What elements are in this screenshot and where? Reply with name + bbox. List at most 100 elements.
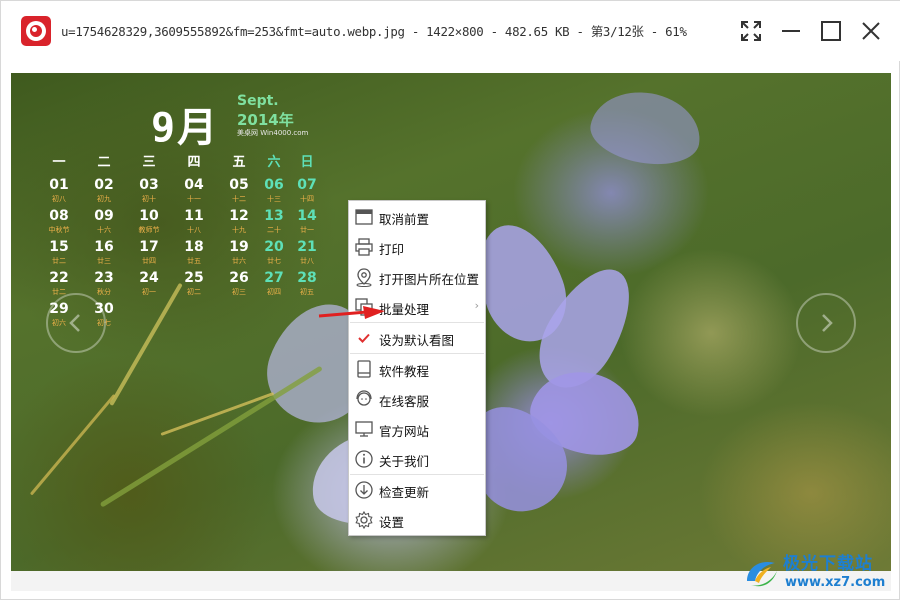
calendar-weekday-header: 一 bbox=[52, 155, 66, 170]
calendar-day: 04 bbox=[184, 177, 204, 193]
calendar-brand: 美桌网 Win4000.com bbox=[237, 129, 309, 137]
menu-item-official-website[interactable]: 官方网站 bbox=[349, 414, 485, 444]
checkmark-icon bbox=[354, 328, 374, 348]
printer-icon bbox=[354, 237, 374, 257]
plant-stem bbox=[99, 365, 323, 508]
menu-item-label: 取消前置 bbox=[379, 212, 430, 227]
headset-icon bbox=[354, 389, 374, 409]
menu-item-unpin-front[interactable]: 取消前置 bbox=[349, 202, 485, 232]
calendar-weekday-header: 三 bbox=[142, 155, 156, 170]
calendar-weekday-header: 四 bbox=[187, 155, 201, 170]
calendar-day: 23 bbox=[94, 270, 114, 286]
watermark-url: www.xz7.com bbox=[785, 575, 886, 590]
calendar-day: 18 bbox=[184, 239, 204, 255]
calendar-lunar-date: 廿四 bbox=[142, 257, 156, 265]
calendar-lunar-date: 中秋节 bbox=[48, 226, 70, 234]
flower-petal bbox=[585, 83, 707, 173]
chevron-right-icon bbox=[822, 314, 833, 332]
red-arrow-icon bbox=[318, 306, 385, 319]
calendar-lunar-date: 初九 bbox=[97, 195, 111, 203]
watermark: 极光下载站 www.xz7.com bbox=[739, 549, 899, 597]
close-icon bbox=[862, 22, 880, 40]
app-logo-icon bbox=[21, 16, 51, 46]
menu-item-tutorial[interactable]: 软件教程 bbox=[349, 354, 485, 384]
fullscreen-button[interactable] bbox=[736, 16, 766, 46]
minimize-icon bbox=[782, 30, 800, 32]
title-bar[interactable]: u=1754628329,3609555892&fm=253&fmt=auto.… bbox=[1, 1, 900, 61]
menu-item-open-file-location[interactable]: 打开图片所在位置 bbox=[349, 262, 485, 292]
info-icon bbox=[354, 449, 374, 469]
fullscreen-icon bbox=[741, 21, 761, 41]
calendar-day: 07 bbox=[297, 177, 317, 193]
calendar-lunar-date: 廿二 bbox=[52, 257, 66, 265]
calendar-day: 25 bbox=[184, 270, 204, 286]
calendar-lunar-date: 十六 bbox=[97, 226, 111, 234]
calendar-weekday-header: 日 bbox=[300, 155, 314, 170]
calendar-lunar-date: 廿一 bbox=[300, 226, 314, 234]
calendar-lunar-date: 廿三 bbox=[97, 257, 111, 265]
calendar-lunar-date: 初八 bbox=[52, 195, 66, 203]
menu-item-label: 设置 bbox=[379, 515, 405, 530]
watermark-logo-icon bbox=[747, 561, 777, 587]
menu-item-online-support[interactable]: 在线客服 bbox=[349, 384, 485, 414]
watermark-title: 极光下载站 bbox=[783, 554, 873, 574]
download-icon bbox=[354, 480, 374, 500]
submenu-chevron-icon: › bbox=[474, 299, 479, 312]
calendar-lunar-date: 十一 bbox=[187, 195, 201, 203]
calendar-lunar-date: 十四 bbox=[300, 195, 314, 203]
calendar-weekday-header: 二 bbox=[97, 155, 111, 170]
window-icon bbox=[354, 207, 374, 227]
menu-item-label: 检查更新 bbox=[379, 485, 430, 500]
calendar-day: 01 bbox=[49, 177, 69, 193]
menu-item-label: 设为默认看图 bbox=[379, 333, 455, 348]
menu-item-settings[interactable]: 设置 bbox=[349, 505, 485, 535]
menu-item-check-update[interactable]: 检查更新 bbox=[349, 475, 485, 505]
chevron-left-icon bbox=[69, 314, 80, 332]
calendar-day: 09 bbox=[94, 208, 114, 224]
calendar-lunar-date: 初五 bbox=[300, 288, 314, 296]
calendar-lunar-date: 初二 bbox=[187, 288, 201, 296]
calendar-day: 08 bbox=[49, 208, 69, 224]
calendar-day: 17 bbox=[139, 239, 159, 255]
menu-item-label: 打开图片所在位置 bbox=[379, 272, 480, 287]
previous-image-button[interactable] bbox=[46, 293, 106, 353]
calendar-lunar-date: 初十 bbox=[142, 195, 156, 203]
menu-item-about-us[interactable]: 关于我们 bbox=[349, 444, 485, 474]
menu-item-set-default-viewer[interactable]: 设为默认看图 bbox=[349, 323, 485, 353]
calendar-day: 15 bbox=[49, 239, 69, 255]
menu-item-label: 关于我们 bbox=[379, 454, 430, 469]
maximize-button[interactable] bbox=[816, 16, 846, 46]
context-menu: 取消前置 打印 打开图片所在位置 批量处理 › 设为默认看图 软件教程 在线客服… bbox=[348, 200, 486, 536]
menu-item-label: 在线客服 bbox=[379, 394, 430, 409]
calendar-lunar-date: 廿五 bbox=[187, 257, 201, 265]
close-button[interactable] bbox=[856, 16, 886, 46]
calendar-day: 22 bbox=[49, 270, 69, 286]
location-pin-icon bbox=[354, 267, 374, 287]
calendar-day: 03 bbox=[139, 177, 159, 193]
next-image-button[interactable] bbox=[796, 293, 856, 353]
calendar-day: 28 bbox=[297, 270, 317, 286]
calendar-day: 02 bbox=[94, 177, 114, 193]
menu-item-label: 官方网站 bbox=[379, 424, 430, 439]
calendar-weekday-header: 五 bbox=[232, 155, 246, 170]
calendar-lunar-date: 廿八 bbox=[300, 257, 314, 265]
calendar-day: 14 bbox=[297, 208, 317, 224]
menu-item-label: 打印 bbox=[379, 242, 405, 257]
calendar-day: 24 bbox=[139, 270, 159, 286]
calendar-day: 21 bbox=[297, 239, 317, 255]
calendar-year: 2014年 bbox=[237, 111, 294, 129]
menu-item-print[interactable]: 打印 bbox=[349, 232, 485, 262]
plant-stem bbox=[29, 393, 116, 496]
calendar-lunar-date: 初一 bbox=[142, 288, 156, 296]
calendar-month: 9月 bbox=[151, 105, 220, 151]
image-viewer-window: u=1754628329,3609555892&fm=253&fmt=auto.… bbox=[0, 0, 900, 600]
calendar-english-month: Sept. bbox=[237, 93, 279, 109]
minimize-button[interactable] bbox=[776, 16, 806, 46]
gear-icon bbox=[354, 510, 374, 530]
maximize-icon bbox=[821, 21, 841, 41]
menu-item-label: 软件教程 bbox=[379, 364, 430, 379]
calendar-day: 11 bbox=[184, 208, 204, 224]
calendar-day: 16 bbox=[94, 239, 114, 255]
window-title: u=1754628329,3609555892&fm=253&fmt=auto.… bbox=[61, 24, 687, 39]
monitor-icon bbox=[354, 419, 374, 439]
